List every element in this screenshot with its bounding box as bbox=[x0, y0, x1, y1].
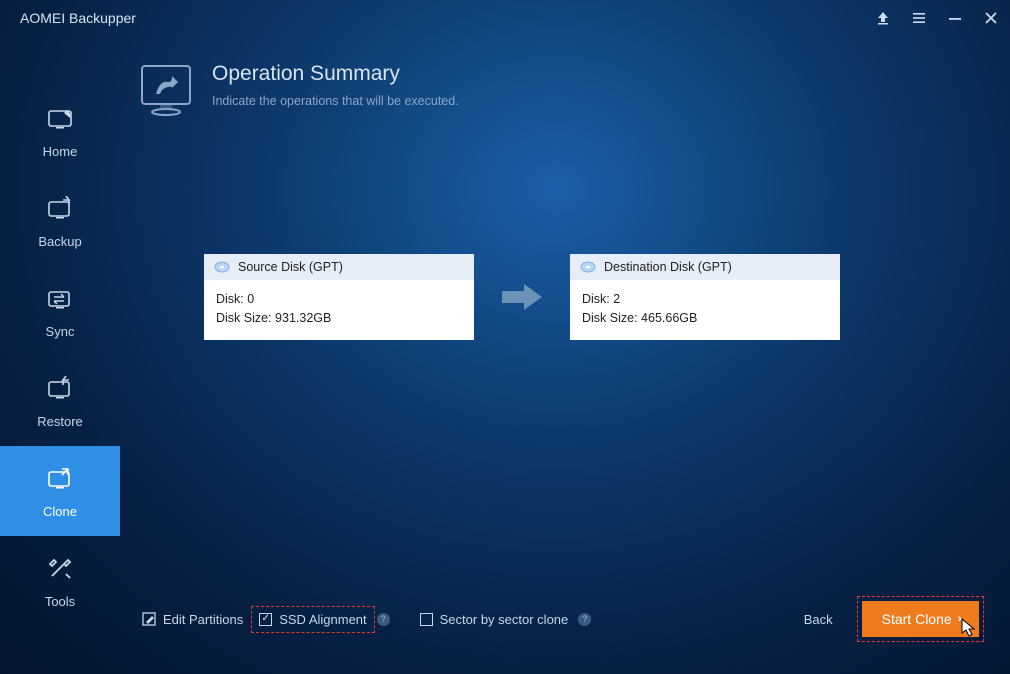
sidebar-item-backup[interactable]: Backup bbox=[0, 176, 120, 266]
page-heading: Operation Summary Indicate the operation… bbox=[138, 62, 984, 120]
source-disk-size: Disk Size: 931.32GB bbox=[216, 309, 462, 328]
sector-clone-label: Sector by sector clone bbox=[440, 612, 569, 627]
app-title: AOMEI Backupper bbox=[20, 10, 874, 26]
close-icon[interactable] bbox=[982, 9, 1000, 27]
edit-partitions-button[interactable]: Edit Partitions bbox=[134, 610, 251, 629]
titlebar: AOMEI Backupper bbox=[0, 0, 1010, 36]
destination-disk-card: Destination Disk (GPT) Disk: 2 Disk Size… bbox=[570, 254, 840, 340]
arrow-icon bbox=[498, 281, 546, 313]
back-button[interactable]: Back bbox=[804, 612, 833, 627]
edit-partitions-label: Edit Partitions bbox=[163, 612, 243, 627]
sidebar-item-sync[interactable]: Sync bbox=[0, 266, 120, 356]
sidebar-item-label: Tools bbox=[45, 594, 75, 609]
home-icon bbox=[45, 104, 75, 134]
sidebar-item-home[interactable]: Home bbox=[0, 86, 120, 176]
source-disk-header: Source Disk (GPT) bbox=[204, 254, 474, 280]
chevron-right-icon: ›› bbox=[958, 613, 959, 625]
page-subtitle: Indicate the operations that will be exe… bbox=[212, 94, 459, 108]
help-icon[interactable]: ? bbox=[578, 613, 591, 626]
titlebar-controls bbox=[874, 9, 1000, 27]
destination-disk-size: Disk Size: 465.66GB bbox=[582, 309, 828, 328]
page-title: Operation Summary bbox=[212, 62, 459, 86]
tools-icon bbox=[45, 554, 75, 584]
help-icon[interactable]: ? bbox=[377, 613, 390, 626]
ssd-alignment-checkbox[interactable]: SSD Alignment bbox=[257, 610, 368, 629]
sidebar-item-label: Backup bbox=[38, 234, 81, 249]
sync-icon bbox=[45, 284, 75, 314]
app-window: AOMEI Backupper Home bbox=[0, 0, 1010, 674]
start-clone-label: Start Clone bbox=[882, 611, 952, 627]
source-disk-title: Source Disk (GPT) bbox=[238, 260, 343, 274]
sidebar-item-label: Restore bbox=[37, 414, 83, 429]
app-body: Home Backup Sync Restore bbox=[0, 36, 1010, 674]
start-clone-highlight: Start Clone ›› bbox=[857, 596, 984, 642]
summary-row: Source Disk (GPT) Disk: 0 Disk Size: 931… bbox=[204, 254, 984, 340]
disk-icon bbox=[580, 261, 596, 273]
menu-icon[interactable] bbox=[910, 9, 928, 27]
sidebar: Home Backup Sync Restore bbox=[0, 36, 120, 674]
sidebar-item-clone[interactable]: Clone bbox=[0, 446, 120, 536]
main-content: Operation Summary Indicate the operation… bbox=[120, 36, 1010, 674]
source-disk-number: Disk: 0 bbox=[216, 290, 462, 309]
ssd-alignment-label: SSD Alignment bbox=[279, 612, 366, 627]
sidebar-item-restore[interactable]: Restore bbox=[0, 356, 120, 446]
sidebar-item-label: Clone bbox=[43, 504, 77, 519]
checkbox-unchecked-icon bbox=[420, 613, 433, 626]
ssd-alignment-highlight: SSD Alignment bbox=[251, 606, 374, 633]
upgrade-icon[interactable] bbox=[874, 9, 892, 27]
disk-icon bbox=[214, 261, 230, 273]
source-disk-card: Source Disk (GPT) Disk: 0 Disk Size: 931… bbox=[204, 254, 474, 340]
sidebar-item-label: Sync bbox=[46, 324, 75, 339]
minimize-icon[interactable] bbox=[946, 9, 964, 27]
backup-icon bbox=[45, 194, 75, 224]
summary-icon bbox=[138, 62, 194, 120]
footer: Edit Partitions SSD Alignment ? Sector b… bbox=[138, 572, 984, 642]
sidebar-item-label: Home bbox=[43, 144, 78, 159]
destination-disk-header: Destination Disk (GPT) bbox=[570, 254, 840, 280]
sidebar-item-tools[interactable]: Tools bbox=[0, 536, 120, 626]
edit-icon bbox=[142, 612, 156, 626]
destination-disk-number: Disk: 2 bbox=[582, 290, 828, 309]
checkbox-checked-icon bbox=[259, 613, 272, 626]
start-clone-button[interactable]: Start Clone ›› bbox=[862, 601, 979, 637]
destination-disk-title: Destination Disk (GPT) bbox=[604, 260, 732, 274]
sector-clone-checkbox[interactable]: Sector by sector clone bbox=[412, 610, 577, 629]
restore-icon bbox=[45, 374, 75, 404]
clone-icon bbox=[45, 464, 75, 494]
